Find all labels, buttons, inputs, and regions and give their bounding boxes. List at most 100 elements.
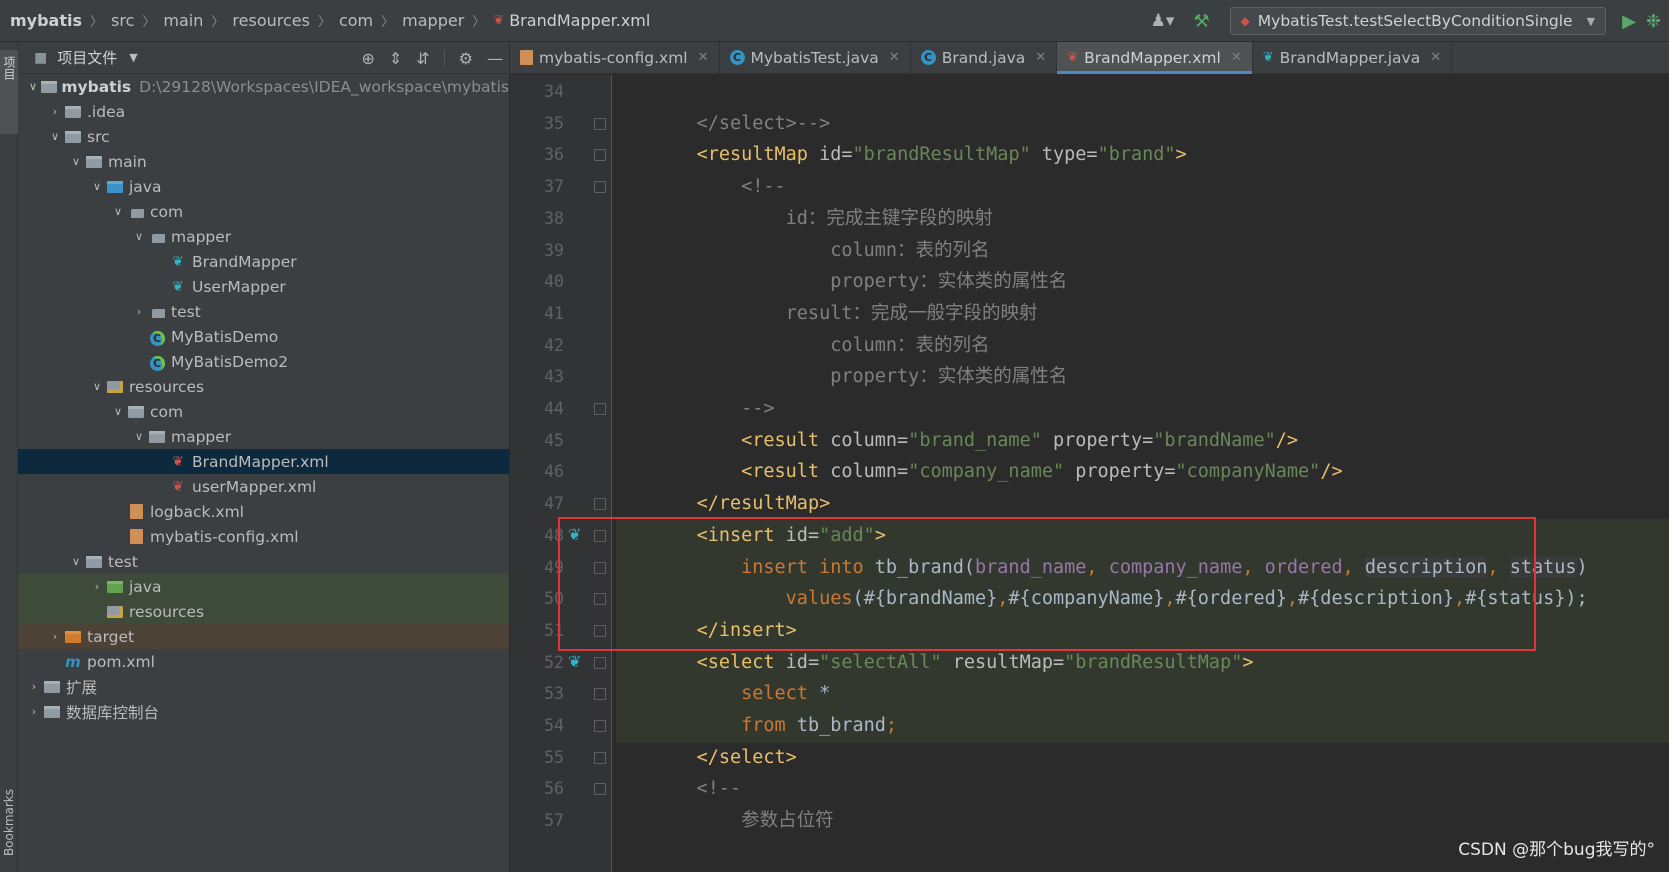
tree-item[interactable]: ∨ mybatis D:\29128\Workspaces\IDEA_workspa… xyxy=(18,74,509,99)
tree-item[interactable]: ∨ main xyxy=(18,149,509,174)
editor-tab[interactable]: ❦ BrandMapper.java ✕ xyxy=(1253,42,1453,73)
chevron-down-icon[interactable]: ∨ xyxy=(68,155,84,168)
breadcrumb-item[interactable]: resources xyxy=(230,11,312,30)
chevron-right-icon[interactable]: › xyxy=(131,305,147,318)
fold-marker-icon[interactable] xyxy=(594,181,606,194)
breadcrumb-current-file[interactable]: ❦ BrandMapper.xml xyxy=(491,11,652,30)
code-line: 54 from tb_brand; xyxy=(510,709,1669,743)
chevron-down-icon[interactable]: ∨ xyxy=(89,180,105,193)
tree-item[interactable]: › test xyxy=(18,299,509,324)
close-icon[interactable]: ✕ xyxy=(1231,50,1242,65)
build-hammer-icon[interactable]: ⚒ xyxy=(1190,11,1214,32)
tree-item[interactable]: › java xyxy=(18,574,509,599)
run-configuration-select[interactable]: ◆ MybatisTest.testSelectByConditionSingl… xyxy=(1229,7,1607,35)
run-config-label: MybatisTest.testSelectByConditionSingle xyxy=(1257,12,1573,30)
fold-marker-icon[interactable] xyxy=(594,529,606,542)
tree-item-label: mapper xyxy=(171,227,232,246)
editor-tab[interactable]: C Brand.java ✕ xyxy=(911,42,1058,73)
fold-marker-icon[interactable] xyxy=(594,720,606,732)
code-editor[interactable]: 34 35 </select>--> 36 <resultMap id="brand… xyxy=(510,75,1669,872)
tree-item[interactable]: ∨ src xyxy=(18,124,509,149)
chevron-down-icon[interactable]: ∨ xyxy=(131,430,147,443)
tree-item[interactable]: ∨ com xyxy=(18,399,509,424)
tree-item[interactable]: resources xyxy=(18,599,509,624)
breadcrumb-item[interactable]: mybatis xyxy=(8,11,84,30)
tree-item[interactable]: › 扩展 xyxy=(18,674,509,699)
fold-marker-icon[interactable] xyxy=(594,751,606,764)
fold-marker-icon[interactable] xyxy=(594,593,606,606)
close-icon[interactable]: ✕ xyxy=(889,50,900,65)
tree-item[interactable]: mybatis-config.xml xyxy=(18,524,509,549)
tree-item[interactable]: ∨ mapper xyxy=(18,424,509,449)
tree-item[interactable]: › .idea xyxy=(18,99,509,124)
chevron-down-icon[interactable]: ∨ xyxy=(110,205,126,218)
fold-marker-icon[interactable] xyxy=(594,149,606,162)
fold-marker-icon[interactable] xyxy=(594,783,606,796)
chevron-down-icon[interactable]: ∨ xyxy=(47,130,63,143)
project-tool-button[interactable]: 项目 xyxy=(0,50,18,134)
user-icon[interactable]: ♟▾ xyxy=(1146,11,1180,31)
fold-marker-icon[interactable] xyxy=(594,403,606,415)
chevron-right-icon[interactable]: › xyxy=(47,105,63,118)
close-icon[interactable]: ✕ xyxy=(1430,50,1441,65)
code-token: values xyxy=(785,588,853,610)
tree-item[interactable]: › target xyxy=(18,624,509,649)
mybatis-navigate-icon[interactable]: ❦ xyxy=(568,652,581,671)
breadcrumb-item[interactable]: mapper xyxy=(400,11,466,30)
tree-item[interactable]: C MyBatisDemo2 xyxy=(18,349,509,374)
hide-panel-icon[interactable]: — xyxy=(487,49,503,68)
breadcrumb-item[interactable]: main xyxy=(161,11,205,30)
editor-tab[interactable]: mybatis-config.xml ✕ xyxy=(510,42,720,73)
tree-item[interactable]: ∨ test xyxy=(18,549,509,574)
folder-icon: ■ xyxy=(34,49,48,66)
chevron-right-icon[interactable]: › xyxy=(89,580,105,593)
tree-item[interactable]: logback.xml xyxy=(18,499,509,524)
chevron-down-icon[interactable]: ∨ xyxy=(110,405,126,418)
close-icon[interactable]: ✕ xyxy=(698,50,709,65)
bookmarks-tool-button[interactable]: Bookmarks xyxy=(0,785,18,860)
tree-item[interactable]: m pom.xml xyxy=(18,649,509,674)
editor-tab[interactable]: C MybatisTest.java ✕ xyxy=(720,42,911,73)
close-icon[interactable]: ✕ xyxy=(1035,50,1046,65)
breadcrumb-item[interactable]: com xyxy=(337,11,375,30)
tree-item[interactable]: ❦ UserMapper xyxy=(18,274,509,299)
project-view-selector[interactable]: 项目文件 xyxy=(57,47,117,68)
chevron-right-icon[interactable]: › xyxy=(26,705,42,718)
chevron-down-icon[interactable]: ∨ xyxy=(131,230,147,243)
fold-marker-icon[interactable] xyxy=(594,624,606,637)
line-number: 50 xyxy=(544,589,564,609)
fold-marker-icon[interactable] xyxy=(594,656,606,669)
tree-item[interactable]: ∨ mapper xyxy=(18,224,509,249)
fold-marker-icon[interactable] xyxy=(594,688,606,701)
debug-icon[interactable]: ❉ xyxy=(1646,11,1661,32)
mybatis-navigate-icon[interactable]: ❦ xyxy=(568,525,581,544)
breadcrumb-item[interactable]: src xyxy=(109,11,136,30)
code-token: description xyxy=(1364,556,1488,578)
fold-marker-icon[interactable] xyxy=(594,561,606,574)
tree-item[interactable]: ❦ BrandMapper xyxy=(18,249,509,274)
collapse-all-icon[interactable]: ⇵ xyxy=(416,49,429,68)
chevron-down-icon[interactable]: ∨ xyxy=(68,555,84,568)
tree-item[interactable]: ∨ com xyxy=(18,199,509,224)
run-icon[interactable]: ▶ xyxy=(1622,11,1636,32)
tree-item[interactable]: ❦ BrandMapper.xml xyxy=(18,449,509,474)
expand-all-icon[interactable]: ⇕ xyxy=(389,49,402,68)
fold-marker-icon[interactable] xyxy=(594,117,606,130)
tree-item[interactable]: ❦ userMapper.xml xyxy=(18,474,509,499)
tree-item[interactable]: ∨ resources xyxy=(18,374,509,399)
chevron-right-icon[interactable]: › xyxy=(47,630,63,643)
tree-item[interactable]: › 数据库控制台 xyxy=(18,699,509,724)
gear-icon[interactable]: ⚙ xyxy=(459,49,473,68)
chevron-right-icon[interactable]: › xyxy=(26,680,42,693)
fold-marker-icon[interactable] xyxy=(594,498,606,511)
locate-file-icon[interactable]: ⊕ xyxy=(361,49,374,68)
chevron-down-icon[interactable]: ∨ xyxy=(89,380,105,393)
chevron-down-icon[interactable]: ∨ xyxy=(26,80,40,93)
code-token: ) xyxy=(1576,556,1588,578)
chevron-down-icon[interactable]: ▼ xyxy=(129,51,137,64)
editor-tab[interactable]: ❦ BrandMapper.xml ✕ xyxy=(1057,42,1253,74)
tree-item[interactable]: C MyBatisDemo xyxy=(18,324,509,349)
tree-item[interactable]: ∨ java xyxy=(18,174,509,199)
code-token: "selectAll" xyxy=(819,651,953,673)
